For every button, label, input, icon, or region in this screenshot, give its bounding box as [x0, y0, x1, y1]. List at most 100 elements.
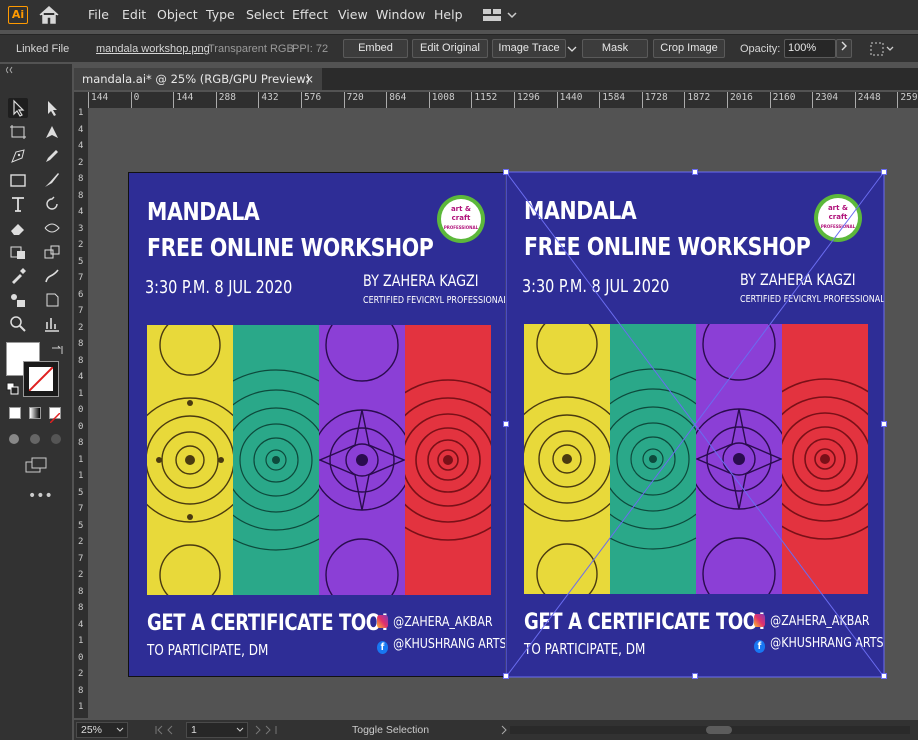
- rotate-tool[interactable]: [42, 194, 62, 214]
- graph-icon: [45, 318, 59, 332]
- resize-handle-top-left[interactable]: [503, 169, 509, 175]
- default-colors-icon[interactable]: [6, 382, 20, 396]
- home-icon[interactable]: [38, 5, 60, 25]
- selection-bounding-box[interactable]: [502, 168, 888, 681]
- collapse-toolbar-icon[interactable]: [6, 66, 66, 74]
- art-craft-badge-logo: art & craft PROFESSIONAL: [437, 195, 485, 243]
- slice-tool[interactable]: [42, 290, 62, 310]
- embed-button[interactable]: Embed: [343, 39, 408, 58]
- resize-handle-top[interactable]: [692, 169, 698, 175]
- menu-effect[interactable]: Effect: [292, 7, 328, 22]
- image-trace-button[interactable]: Image Trace: [492, 39, 566, 58]
- horizontal-scrollbar[interactable]: [510, 726, 910, 734]
- vertical-ruler[interactable]: 1 4 4 2 8 8 4 3 2 5 7 6 7 2 8 8 4 1 0 0 8 1 1 5 7 5 2 7 2 8 8 4 1 0 2 8 1: [74, 108, 88, 718]
- screen-mode-icon[interactable]: [24, 456, 48, 474]
- linked-filename-link[interactable]: mandala workshop.png: [96, 43, 210, 55]
- canvas-area[interactable]: MANDALA FREE ONLINE WORKSHOP 3:30 P.M. 8…: [88, 108, 918, 718]
- ruler-v-tick: 0: [78, 652, 84, 663]
- ppi-text: PPI: 72: [292, 43, 329, 55]
- zoom-field[interactable]: 25%: [76, 722, 128, 738]
- pen-variant-tool[interactable]: [42, 122, 62, 142]
- free-transform-tool[interactable]: [8, 242, 28, 262]
- artboard-number-field[interactable]: 1: [186, 722, 248, 738]
- zoom-value: 25%: [81, 724, 103, 736]
- shape-builder-tool[interactable]: [42, 242, 62, 262]
- crop-image-button[interactable]: Crop Image: [653, 39, 725, 58]
- menu-edit[interactable]: Edit: [122, 7, 146, 22]
- ruler-v-tick: 8: [78, 355, 84, 366]
- badge-line2: craft: [451, 214, 471, 222]
- blend-tool[interactable]: [8, 290, 28, 310]
- puppet-icon: [45, 269, 59, 283]
- image-trace-dropdown-icon[interactable]: [567, 45, 577, 53]
- ruler-h-tick: 1152: [471, 92, 497, 108]
- resize-handle-bottom-right[interactable]: [881, 673, 887, 679]
- ruler-v-tick: 8: [78, 438, 84, 448]
- direct-selection-tool[interactable]: [42, 98, 62, 118]
- menu-view[interactable]: View: [338, 7, 368, 22]
- none-mode-button[interactable]: [49, 407, 61, 424]
- eyedropper-tool[interactable]: [8, 266, 28, 286]
- poster-certified: CERTIFIED FEVICRYL PROFESSIONAL: [363, 295, 506, 306]
- ruler-h-tick: 144: [173, 92, 193, 108]
- resize-handle-bottom-left[interactable]: [503, 673, 509, 679]
- ruler-h-tick: 2160: [769, 92, 795, 108]
- ruler-v-tick: 7: [78, 553, 84, 564]
- type-tool[interactable]: [8, 194, 28, 214]
- status-menu-arrow-icon[interactable]: [500, 725, 508, 735]
- ruler-v-tick: 8: [78, 339, 84, 349]
- artboard-left-image[interactable]: MANDALA FREE ONLINE WORKSHOP 3:30 P.M. 8…: [128, 172, 506, 677]
- toggle-selection-text[interactable]: Toggle Selection: [352, 724, 429, 736]
- rectangle-tool[interactable]: [8, 170, 28, 190]
- ruler-v-tick: 1: [78, 471, 84, 481]
- resize-handle-top-right[interactable]: [881, 169, 887, 175]
- gradient-mode-button[interactable]: [29, 407, 41, 419]
- mask-button[interactable]: Mask: [582, 39, 648, 58]
- opacity-field[interactable]: 100%: [784, 39, 836, 58]
- resize-handle-right[interactable]: [881, 421, 887, 427]
- scrollbar-thumb[interactable]: [706, 726, 732, 734]
- stroke-swatch[interactable]: [23, 361, 59, 397]
- next-last-artboard-icon[interactable]: [254, 725, 284, 735]
- pencil-tool[interactable]: [42, 146, 62, 166]
- align-grid-icon[interactable]: [870, 41, 896, 57]
- menu-help[interactable]: Help: [434, 7, 463, 22]
- puppet-warp-tool[interactable]: [42, 266, 62, 286]
- ruler-v-tick: 8: [78, 174, 84, 184]
- ruler-v-tick: 0: [78, 405, 84, 415]
- opacity-arrow-button[interactable]: [836, 39, 852, 58]
- workspace-switcher-icon[interactable]: [483, 8, 517, 22]
- ruler-h-tick: 576: [301, 92, 321, 108]
- swap-colors-icon[interactable]: [50, 344, 64, 358]
- blend-icon: [11, 294, 25, 307]
- ruler-origin[interactable]: [74, 92, 88, 108]
- horizontal-ruler[interactable]: 144 0 144 288 432 576 720 864 1008 1152 1296 1440 15…: [88, 92, 918, 108]
- none-slash-icon: [49, 412, 61, 424]
- menu-select[interactable]: Select: [246, 7, 285, 22]
- eraser-tool[interactable]: [8, 218, 28, 238]
- zoom-tool[interactable]: [8, 314, 28, 334]
- ruler-v-tick: 1: [78, 702, 84, 712]
- pen-tool[interactable]: [8, 146, 28, 166]
- ruler-v-tick: 1: [78, 454, 84, 465]
- document-tab[interactable]: mandala.ai* @ 25% (RGB/GPU Preview) ×: [74, 68, 322, 90]
- chevron-down-icon: [116, 727, 124, 732]
- artboard-tool[interactable]: [8, 122, 28, 142]
- close-tab-icon[interactable]: ×: [304, 68, 314, 90]
- menu-type[interactable]: Type: [206, 7, 235, 22]
- resize-handle-bottom[interactable]: [692, 673, 698, 679]
- selection-tool[interactable]: [8, 98, 28, 118]
- menu-file[interactable]: File: [88, 7, 109, 22]
- graph-tool[interactable]: [42, 314, 62, 334]
- paintbrush-tool[interactable]: [42, 170, 62, 190]
- color-mode-button[interactable]: [9, 407, 21, 419]
- draw-modes-icon[interactable]: [7, 432, 67, 446]
- more-tools-icon[interactable]: •••: [28, 488, 53, 504]
- menu-object[interactable]: Object: [157, 7, 198, 22]
- first-prev-artboard-icon[interactable]: [154, 725, 184, 735]
- warp-tool[interactable]: [42, 218, 62, 238]
- edit-original-button[interactable]: Edit Original: [412, 39, 488, 58]
- resize-handle-left[interactable]: [503, 421, 509, 427]
- linked-file-label[interactable]: Linked File: [16, 43, 69, 55]
- menu-window[interactable]: Window: [376, 7, 425, 22]
